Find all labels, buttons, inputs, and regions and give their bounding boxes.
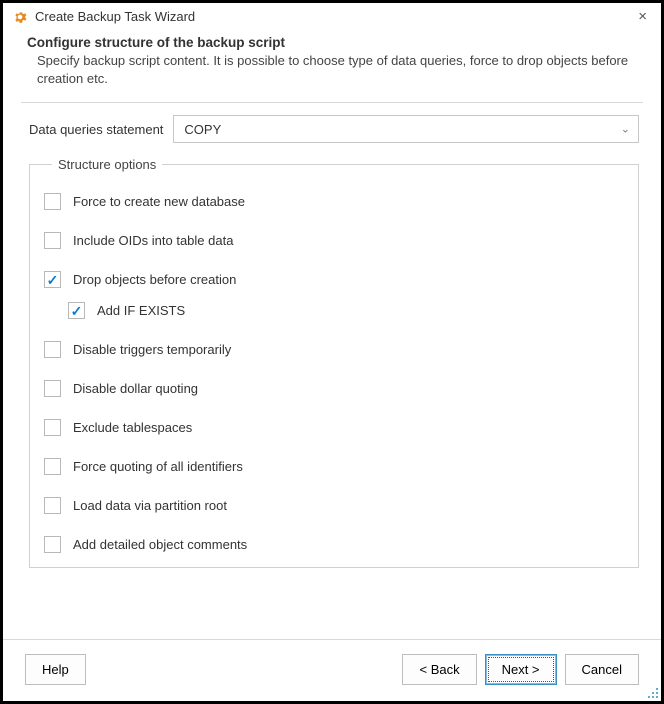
checkbox[interactable]: [44, 380, 61, 397]
checkbox[interactable]: [44, 458, 61, 475]
checkbox[interactable]: [44, 497, 61, 514]
checkbox[interactable]: [44, 271, 61, 288]
window-title: Create Backup Task Wizard: [35, 9, 634, 24]
option-add-if-exists[interactable]: Add IF EXISTS: [68, 302, 624, 319]
option-label: Drop objects before creation: [73, 272, 236, 287]
checkbox[interactable]: [44, 193, 61, 210]
option-drop-before-creation[interactable]: Drop objects before creation: [44, 271, 624, 288]
option-label: Load data via partition root: [73, 498, 227, 513]
next-button[interactable]: Next >: [485, 654, 557, 685]
titlebar: Create Backup Task Wizard ×: [3, 3, 661, 29]
option-label: Add detailed object comments: [73, 537, 247, 552]
wizard-window: Create Backup Task Wizard × Configure st…: [0, 0, 664, 704]
checkbox[interactable]: [68, 302, 85, 319]
option-label: Force quoting of all identifiers: [73, 459, 243, 474]
option-disable-dollar-quoting[interactable]: Disable dollar quoting: [44, 380, 624, 397]
data-queries-select[interactable]: COPY ⌄: [173, 115, 639, 143]
data-queries-label: Data queries statement: [29, 122, 163, 137]
option-label: Disable dollar quoting: [73, 381, 198, 396]
chevron-down-icon: ⌄: [621, 123, 630, 136]
structure-options-legend: Structure options: [52, 157, 162, 172]
page-title: Configure structure of the backup script: [27, 35, 637, 50]
structure-options-group: Structure options Force to create new da…: [29, 157, 639, 568]
data-queries-row: Data queries statement COPY ⌄: [29, 115, 639, 143]
checkbox[interactable]: [44, 232, 61, 249]
close-icon[interactable]: ×: [634, 9, 651, 24]
checkbox[interactable]: [44, 419, 61, 436]
option-exclude-tablespaces[interactable]: Exclude tablespaces: [44, 419, 624, 436]
page-subtitle: Specify backup script content. It is pos…: [37, 52, 637, 88]
cancel-button[interactable]: Cancel: [565, 654, 639, 685]
help-button[interactable]: Help: [25, 654, 86, 685]
gear-icon: [13, 10, 27, 24]
wizard-header: Configure structure of the backup script…: [3, 29, 661, 102]
option-disable-triggers[interactable]: Disable triggers temporarily: [44, 341, 624, 358]
checkbox[interactable]: [44, 536, 61, 553]
wizard-body: Data queries statement COPY ⌄ Structure …: [3, 103, 661, 639]
checkbox[interactable]: [44, 341, 61, 358]
option-detailed-comments[interactable]: Add detailed object comments: [44, 536, 624, 553]
option-force-create-db[interactable]: Force to create new database: [44, 193, 624, 210]
back-button[interactable]: < Back: [402, 654, 476, 685]
option-load-via-partition-root[interactable]: Load data via partition root: [44, 497, 624, 514]
option-label: Force to create new database: [73, 194, 245, 209]
option-include-oids[interactable]: Include OIDs into table data: [44, 232, 624, 249]
option-force-quoting[interactable]: Force quoting of all identifiers: [44, 458, 624, 475]
option-label: Add IF EXISTS: [97, 303, 185, 318]
option-label: Exclude tablespaces: [73, 420, 192, 435]
option-label: Disable triggers temporarily: [73, 342, 231, 357]
wizard-footer: Help < Back Next > Cancel: [3, 639, 661, 701]
option-label: Include OIDs into table data: [73, 233, 233, 248]
data-queries-value: COPY: [184, 122, 221, 137]
